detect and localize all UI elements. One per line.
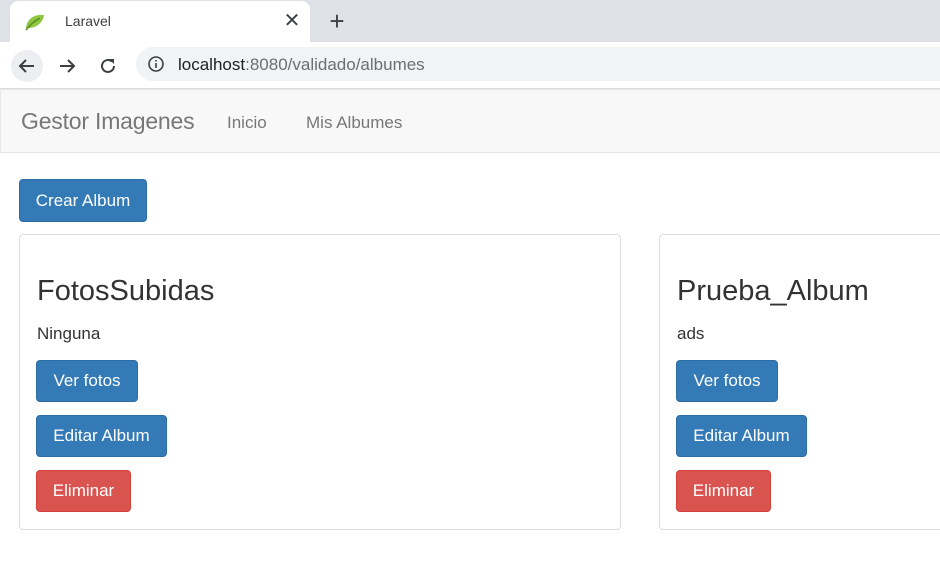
nav-link-inicio[interactable]: Inicio [227, 113, 267, 133]
navbar-brand[interactable]: Gestor Imagenes [21, 108, 195, 135]
address-bar[interactable]: localhost:8080/validado/albumes [136, 47, 940, 81]
view-photos-button[interactable]: Ver fotos [676, 360, 778, 402]
url-text: localhost:8080/validado/albumes [178, 55, 425, 75]
album-description: Ninguna [37, 324, 101, 343]
album-title: FotosSubidas [37, 275, 215, 307]
forward-arrow-icon[interactable] [51, 50, 83, 82]
delete-album-button[interactable]: Eliminar [676, 470, 771, 512]
url-path: :8080/validado/albumes [245, 55, 425, 74]
laravel-favicon-icon [24, 12, 46, 32]
info-icon[interactable] [148, 56, 164, 72]
edit-album-button[interactable]: Editar Album [36, 415, 167, 457]
browser-tab[interactable]: Laravel ✕ [10, 1, 310, 42]
nav-link-mis-albumes[interactable]: Mis Albumes [306, 113, 402, 133]
browser-tab-strip: Laravel ✕ + [0, 0, 940, 42]
reload-icon[interactable] [92, 50, 124, 82]
album-card: Prueba_Album ads Ver fotos Editar Album … [659, 234, 940, 530]
tab-title: Laravel [65, 13, 111, 29]
back-arrow-icon[interactable] [11, 50, 43, 82]
delete-album-button[interactable]: Eliminar [36, 470, 131, 512]
album-description: ads [677, 324, 705, 343]
browser-toolbar: localhost:8080/validado/albumes [0, 42, 940, 89]
view-photos-button[interactable]: Ver fotos [36, 360, 138, 402]
plus-icon[interactable]: + [325, 8, 349, 34]
edit-album-button[interactable]: Editar Album [676, 415, 807, 457]
close-icon[interactable]: ✕ [282, 10, 302, 32]
site-navbar: Gestor Imagenes Inicio Mis Albumes [0, 89, 940, 153]
album-card: FotosSubidas Ninguna Ver fotos Editar Al… [19, 234, 621, 530]
album-title: Prueba_Album [677, 275, 869, 307]
create-album-button[interactable]: Crear Album [19, 179, 147, 222]
url-host: localhost [178, 55, 246, 74]
